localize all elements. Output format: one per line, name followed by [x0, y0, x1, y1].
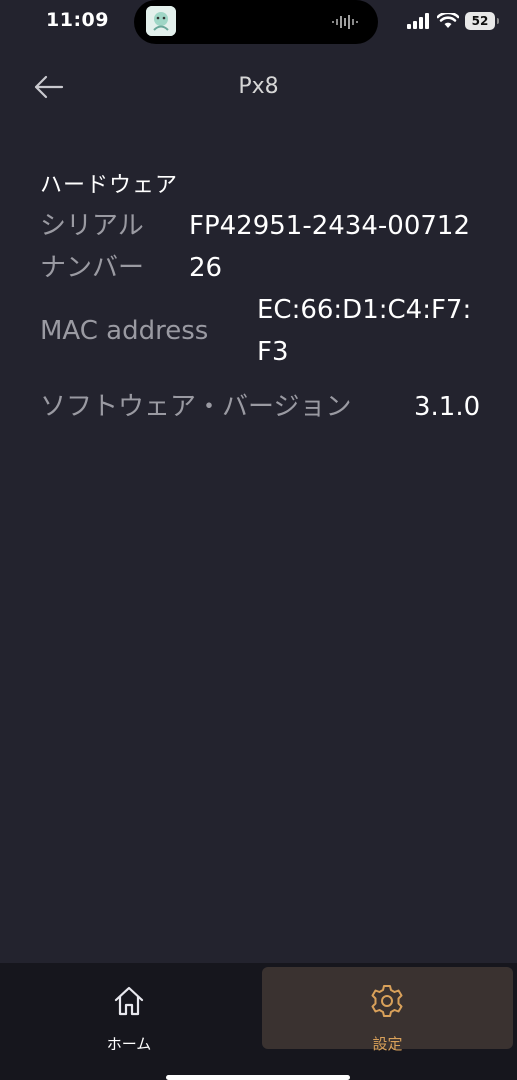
status-time: 11:09 — [46, 9, 109, 31]
battery-indicator: 52 — [465, 12, 499, 30]
serial-number-label-line1: シリアル — [40, 211, 144, 241]
now-playing-artwork — [146, 6, 176, 36]
tab-settings-label: 設定 — [372, 1035, 403, 1053]
mac-address-value-line2: F3 — [257, 337, 289, 367]
mac-address-label: MAC address — [40, 316, 209, 346]
audio-wave-icon — [332, 15, 358, 29]
wifi-icon — [437, 13, 459, 28]
software-version-value: 3.1.0 — [414, 392, 481, 422]
home-indicator — [166, 1075, 350, 1080]
tab-settings[interactable]: 設定 — [262, 967, 513, 1053]
cellular-signal-icon — [407, 13, 429, 29]
section-title-hardware: ハードウェア — [40, 173, 179, 198]
home-icon — [114, 986, 144, 1016]
serial-number-value-line1: FP42951-2434-00712 — [189, 211, 470, 241]
page-title: Px8 — [238, 74, 279, 99]
status-indicators: 52 — [407, 11, 499, 31]
serial-number-value-line2: 26 — [189, 253, 223, 283]
tab-home-label: ホーム — [106, 1035, 152, 1053]
mac-address-value-line1: EC:66:D1:C4:F7: — [257, 295, 472, 325]
serial-number-label-line2: ナンバー — [40, 253, 145, 283]
tab-home[interactable]: ホーム — [4, 967, 254, 1053]
status-bar: 11:09 52 — [0, 0, 517, 46]
bottom-navigation: ホーム 設定 — [0, 963, 517, 1080]
dynamic-island[interactable] — [134, 0, 378, 44]
gear-icon — [371, 985, 403, 1017]
software-version-label: ソフトウェア・バージョン — [40, 392, 352, 422]
app-header: Px8 — [0, 60, 517, 116]
